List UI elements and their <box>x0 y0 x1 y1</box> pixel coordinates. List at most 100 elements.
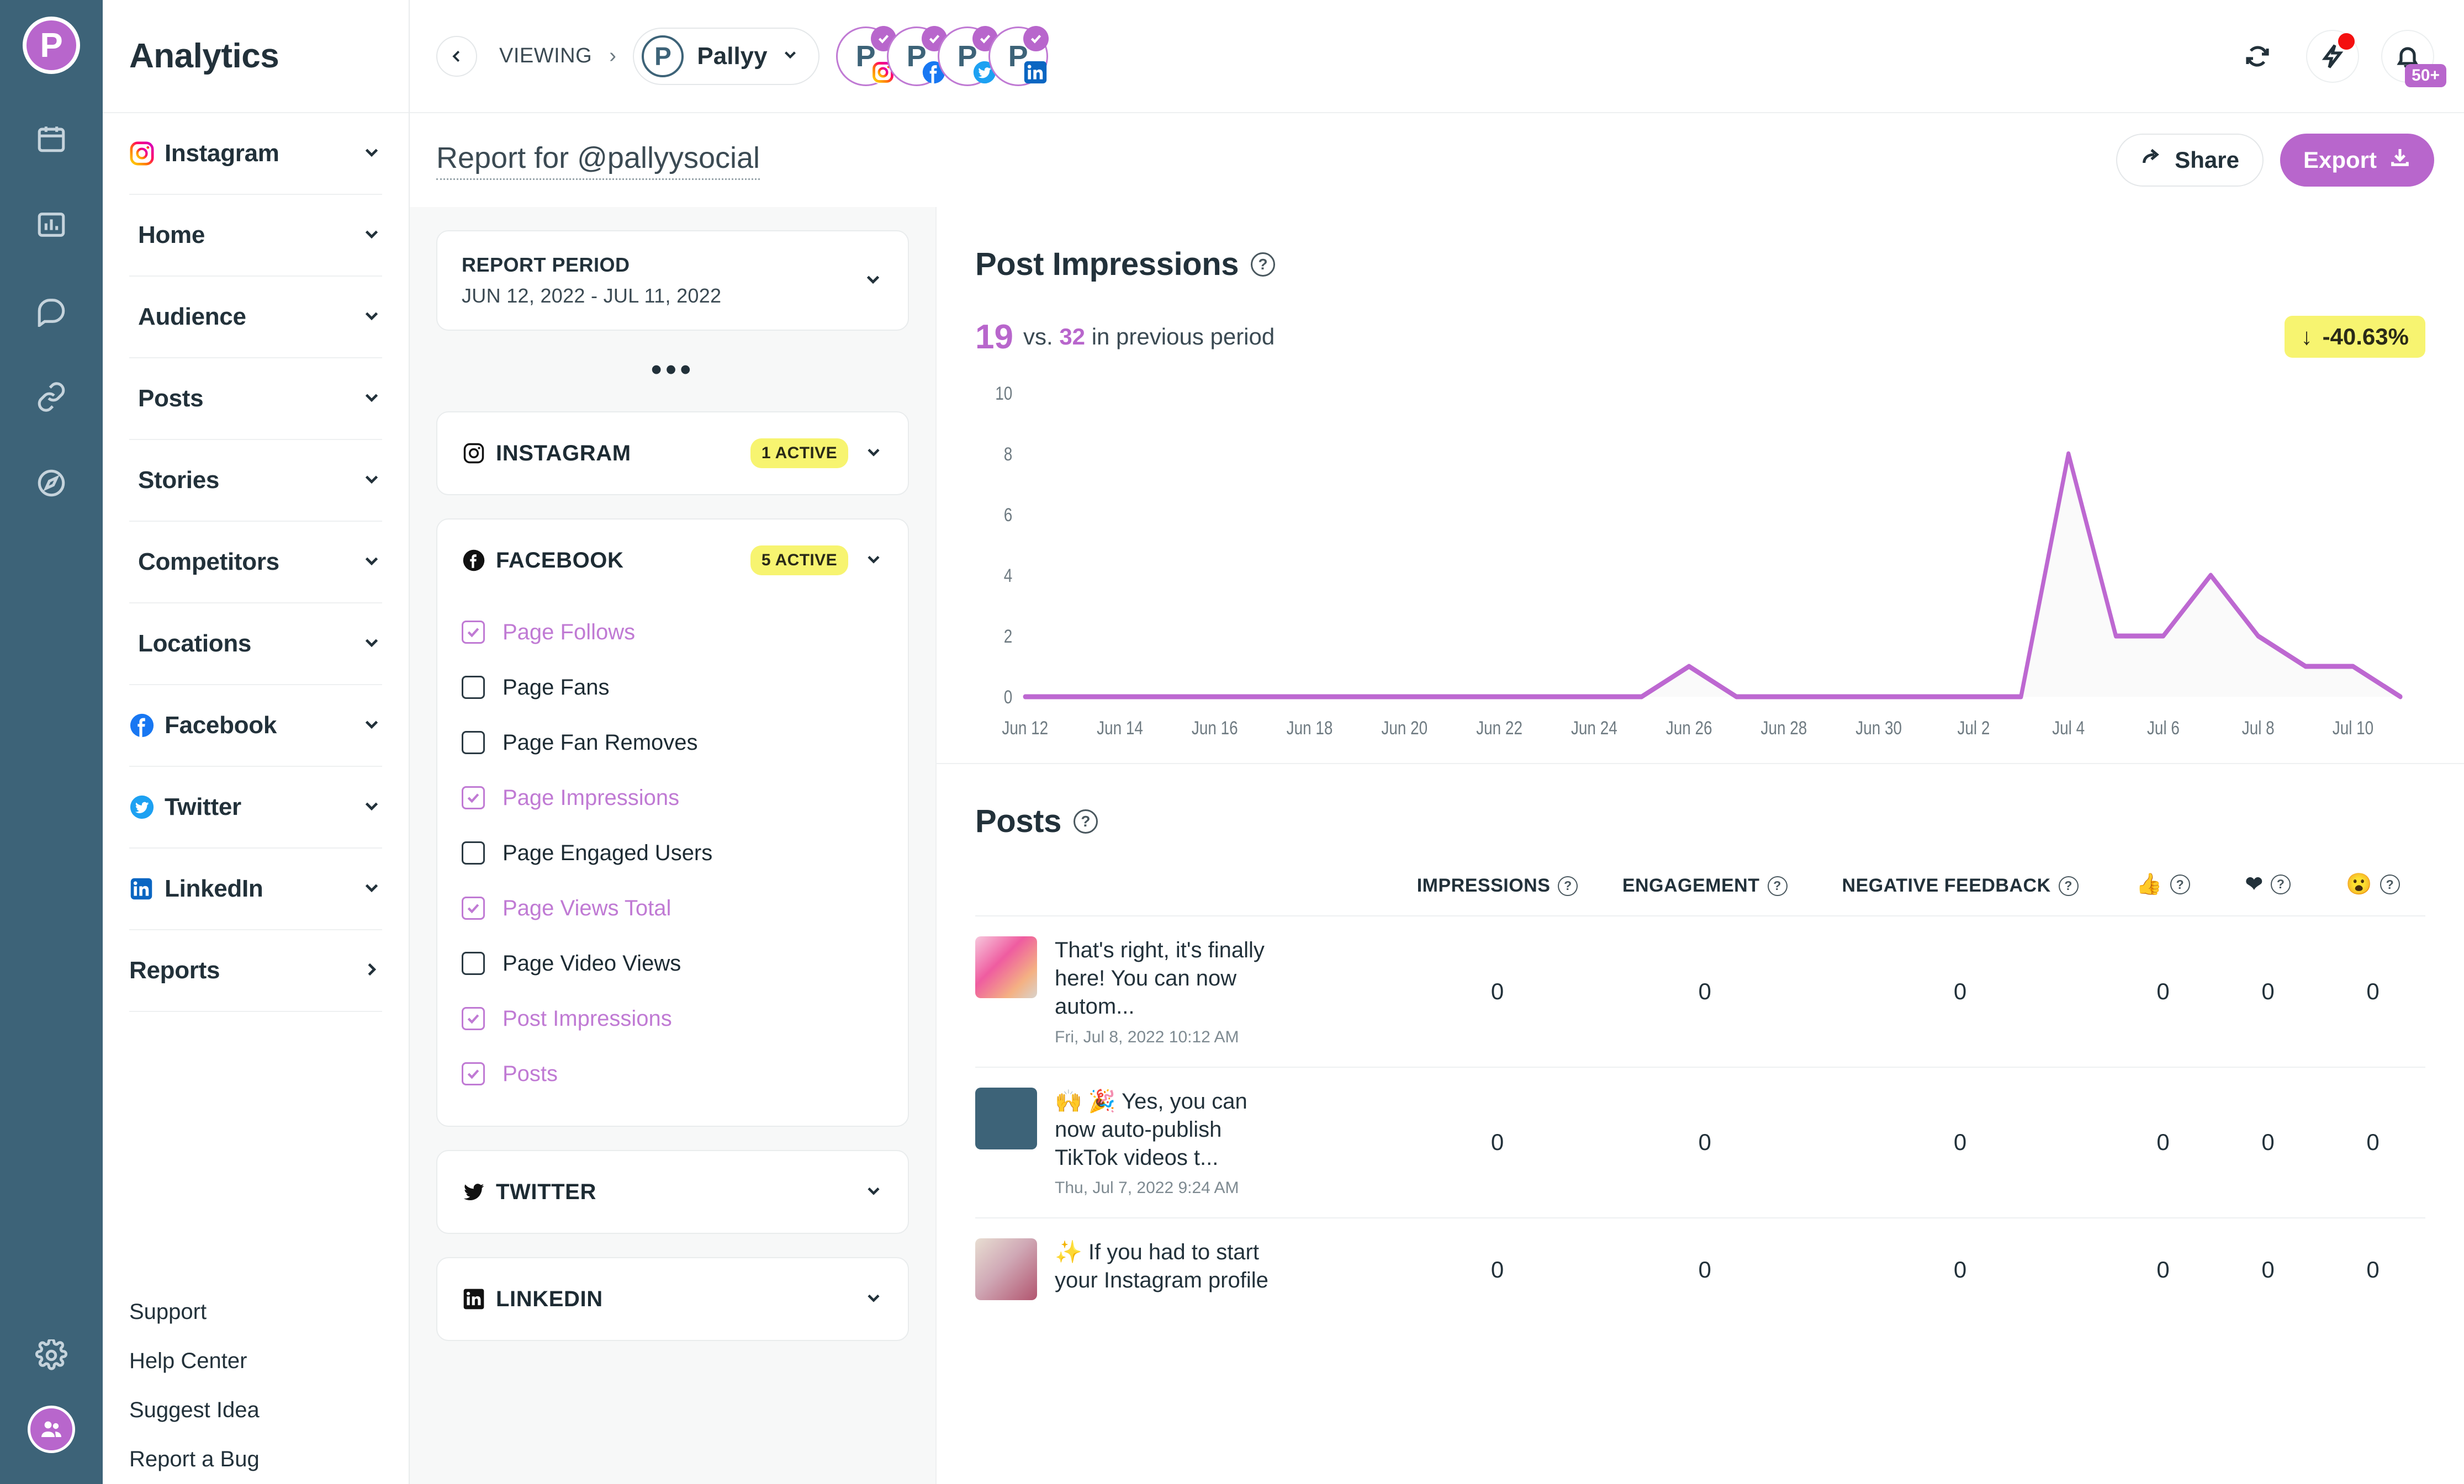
network-header-linkedin[interactable]: LINKEDIN <box>437 1258 908 1340</box>
report-period-selector[interactable]: REPORT PERIOD JUN 12, 2022 - JUL 11, 202… <box>436 230 909 331</box>
chevron-right-icon[interactable] <box>361 959 382 983</box>
chevron-down-icon[interactable] <box>361 142 382 166</box>
drag-handle-dots[interactable]: ••• <box>436 331 909 411</box>
help-icon[interactable]: ? <box>1073 809 1098 834</box>
table-row[interactable]: That's right, it's finally here! You can… <box>975 915 2425 1067</box>
help-icon[interactable]: ? <box>2170 875 2190 894</box>
sidebar-item-reports[interactable]: Reports <box>129 930 382 1012</box>
metric-page-fan-removes[interactable]: Page Fan Removes <box>462 715 884 770</box>
help-icon[interactable]: ? <box>1251 252 1276 277</box>
refresh-icon[interactable] <box>2231 30 2284 83</box>
thumbs-up-icon: 👍 <box>2136 873 2162 896</box>
cell-negative-feedback: 0 <box>1810 915 2111 1067</box>
checkbox-checked-icon[interactable] <box>462 1007 485 1030</box>
chevron-down-icon[interactable] <box>361 550 382 574</box>
network-header-instagram[interactable]: INSTAGRAM 1 ACTIVE <box>437 412 908 494</box>
export-button[interactable]: Export <box>2280 134 2434 187</box>
back-button[interactable] <box>436 35 477 77</box>
metric-page-fans[interactable]: Page Fans <box>462 660 884 715</box>
checkbox-checked-icon[interactable] <box>462 897 485 920</box>
bell-icon[interactable]: 50+ <box>2381 29 2446 87</box>
chevron-down-icon[interactable] <box>864 1181 884 1204</box>
metric-page-impressions[interactable]: Page Impressions <box>462 770 884 825</box>
metric-page-views-total[interactable]: Page Views Total <box>462 881 884 936</box>
checkbox-checked-icon[interactable] <box>462 786 485 809</box>
help-icon[interactable]: ? <box>2058 876 2079 896</box>
link-icon[interactable] <box>34 380 68 414</box>
post-thumbnail[interactable] <box>975 1238 1037 1301</box>
workspace-selector[interactable]: P Pallyy <box>633 27 819 85</box>
status-badge: 1 ACTIVE <box>750 438 848 468</box>
chevron-down-icon[interactable] <box>361 305 382 329</box>
metric-post-impressions[interactable]: Post Impressions <box>462 991 884 1046</box>
chevron-down-icon[interactable] <box>864 549 884 572</box>
app-logo[interactable]: P <box>23 17 80 74</box>
comments-icon[interactable] <box>34 294 68 328</box>
sidebar-item-home[interactable]: Home <box>129 195 382 277</box>
metric-page-follows[interactable]: Page Follows <box>462 605 884 660</box>
checkbox-unchecked-icon[interactable] <box>462 676 485 699</box>
network-header-facebook[interactable]: FACEBOOK 5 ACTIVE <box>437 520 908 601</box>
post-cell: ✨ If you had to start your Instagram pro… <box>975 1217 1395 1322</box>
twitter-icon <box>462 1180 496 1204</box>
sidebar-item-stories[interactable]: Stories <box>129 440 382 522</box>
help-icon[interactable]: ? <box>2380 875 2400 894</box>
metric-page-engaged-users[interactable]: Page Engaged Users <box>462 825 884 881</box>
checkbox-unchecked-icon[interactable] <box>462 952 485 975</box>
metric-page-video-views[interactable]: Page Video Views <box>462 936 884 991</box>
chevron-down-icon[interactable] <box>361 224 382 247</box>
help-icon[interactable]: ? <box>2271 874 2291 894</box>
checkbox-checked-icon[interactable] <box>462 621 485 644</box>
table-row[interactable]: ✨ If you had to start your Instagram pro… <box>975 1217 2425 1322</box>
post-title[interactable]: 🙌 🎉 Yes, you can now auto-publish TikTok… <box>1055 1088 1287 1173</box>
sidebar-item-locations[interactable]: Locations <box>129 603 382 685</box>
kpi-comparison: vs. 32 in previous period <box>1023 324 1275 350</box>
post-title[interactable]: ✨ If you had to start your Instagram pro… <box>1055 1238 1287 1295</box>
network-header-twitter[interactable]: TWITTER <box>437 1151 908 1233</box>
sidebar-link-report-a-bug[interactable]: Report a Bug <box>129 1435 382 1484</box>
account-linkedin[interactable]: P <box>988 25 1049 86</box>
sidebar-item-posts[interactable]: Posts <box>129 358 382 440</box>
sidebar-link-suggest-idea[interactable]: Suggest Idea <box>129 1386 382 1435</box>
chevron-down-icon[interactable] <box>781 45 800 67</box>
share-button[interactable]: Share <box>2116 134 2264 187</box>
top-bar-actions: 50+ <box>2231 29 2446 87</box>
report-title[interactable]: Report for @pallyysocial <box>436 141 760 180</box>
sidebar-item-facebook[interactable]: Facebook <box>129 685 382 767</box>
table-row[interactable]: 🙌 🎉 Yes, you can now auto-publish TikTok… <box>975 1066 2425 1218</box>
sidebar-link-support[interactable]: Support <box>129 1287 382 1337</box>
chevron-down-icon[interactable] <box>361 714 382 738</box>
gear-icon[interactable] <box>34 1338 68 1372</box>
sidebar-link-help-center[interactable]: Help Center <box>129 1337 382 1386</box>
chevron-down-icon[interactable] <box>361 796 382 819</box>
chevron-down-icon[interactable] <box>361 877 382 901</box>
checkbox-checked-icon[interactable] <box>462 1062 485 1085</box>
chevron-down-icon[interactable] <box>361 632 382 656</box>
post-thumbnail[interactable] <box>975 936 1037 998</box>
help-icon[interactable]: ? <box>1767 876 1788 896</box>
verified-check-icon <box>1023 25 1049 51</box>
bolt-icon[interactable] <box>2306 29 2359 83</box>
chevron-down-icon[interactable] <box>864 442 884 465</box>
chevron-down-icon[interactable] <box>863 269 884 293</box>
chevron-down-icon[interactable] <box>361 387 382 411</box>
team-avatar[interactable] <box>28 1406 75 1453</box>
chevron-down-icon[interactable] <box>361 469 382 492</box>
sidebar-item-competitors[interactable]: Competitors <box>129 522 382 603</box>
post-thumbnail[interactable] <box>975 1087 1037 1149</box>
checkbox-unchecked-icon[interactable] <box>462 841 485 865</box>
svg-text:Jun 12: Jun 12 <box>1002 717 1048 738</box>
sidebar-item-instagram[interactable]: Instagram <box>129 113 382 195</box>
compass-icon[interactable] <box>34 466 68 500</box>
sidebar-item-audience[interactable]: Audience <box>129 277 382 358</box>
checkbox-unchecked-icon[interactable] <box>462 731 485 754</box>
sidebar-item-linkedin[interactable]: LinkedIn <box>129 849 382 930</box>
post-title[interactable]: That's right, it's finally here! You can… <box>1055 936 1287 1021</box>
calendar-icon[interactable] <box>34 121 68 156</box>
sidebar-item-twitter[interactable]: Twitter <box>129 767 382 849</box>
notification-badge: 50+ <box>2405 63 2446 87</box>
help-icon[interactable]: ? <box>1558 876 1578 896</box>
chart-icon[interactable] <box>34 208 68 242</box>
chevron-down-icon[interactable] <box>864 1288 884 1311</box>
metric-posts[interactable]: Posts <box>462 1046 884 1101</box>
